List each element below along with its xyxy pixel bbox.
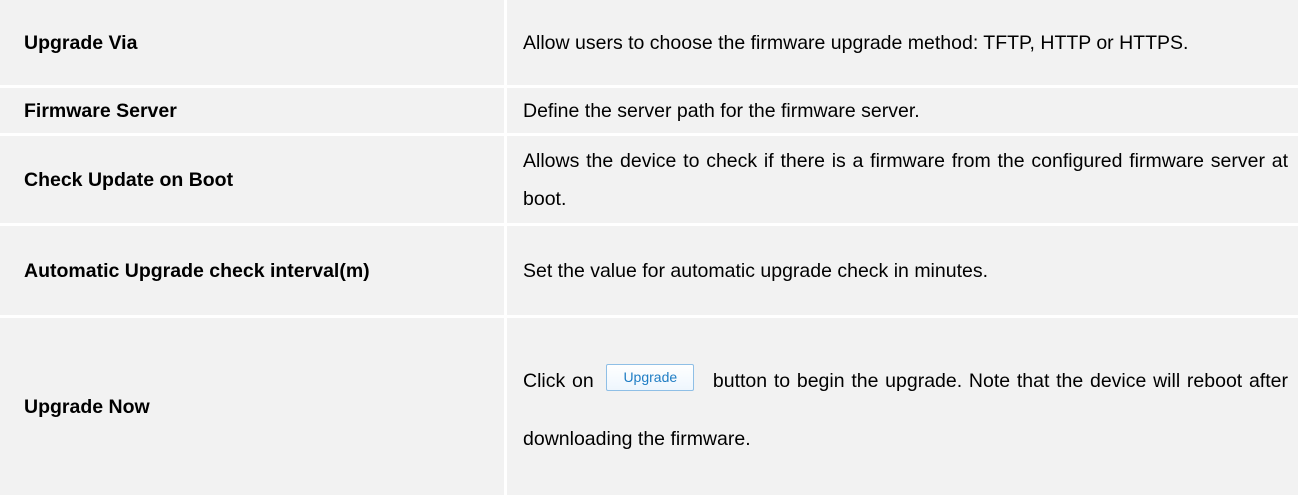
- table-row-upgrade-now: Upgrade Now Click on Upgrade button to b…: [0, 318, 1298, 495]
- row-label: Upgrade Now: [0, 318, 507, 495]
- row-label: Firmware Server: [0, 88, 507, 136]
- description-text-before: Click on: [523, 369, 594, 392]
- table-row-firmware-server: Firmware Server Define the server path f…: [0, 88, 1298, 136]
- table-row-automatic-upgrade-interval: Automatic Upgrade check interval(m) Set …: [0, 226, 1298, 318]
- row-description: Allows the device to check if there is a…: [507, 136, 1298, 226]
- row-description: Allow users to choose the firmware upgra…: [507, 0, 1298, 88]
- row-label: Automatic Upgrade check interval(m): [0, 226, 507, 318]
- row-description: Set the value for automatic upgrade chec…: [507, 226, 1298, 318]
- row-label: Upgrade Via: [0, 0, 507, 88]
- row-description: Click on Upgrade button to begin the upg…: [507, 318, 1298, 495]
- row-label: Check Update on Boot: [0, 136, 507, 226]
- row-description: Define the server path for the firmware …: [507, 88, 1298, 136]
- firmware-settings-table: Upgrade Via Allow users to choose the fi…: [0, 0, 1298, 495]
- table-row-check-update-on-boot: Check Update on Boot Allows the device t…: [0, 136, 1298, 226]
- table-row-upgrade-via: Upgrade Via Allow users to choose the fi…: [0, 0, 1298, 88]
- upgrade-button[interactable]: Upgrade: [606, 363, 695, 391]
